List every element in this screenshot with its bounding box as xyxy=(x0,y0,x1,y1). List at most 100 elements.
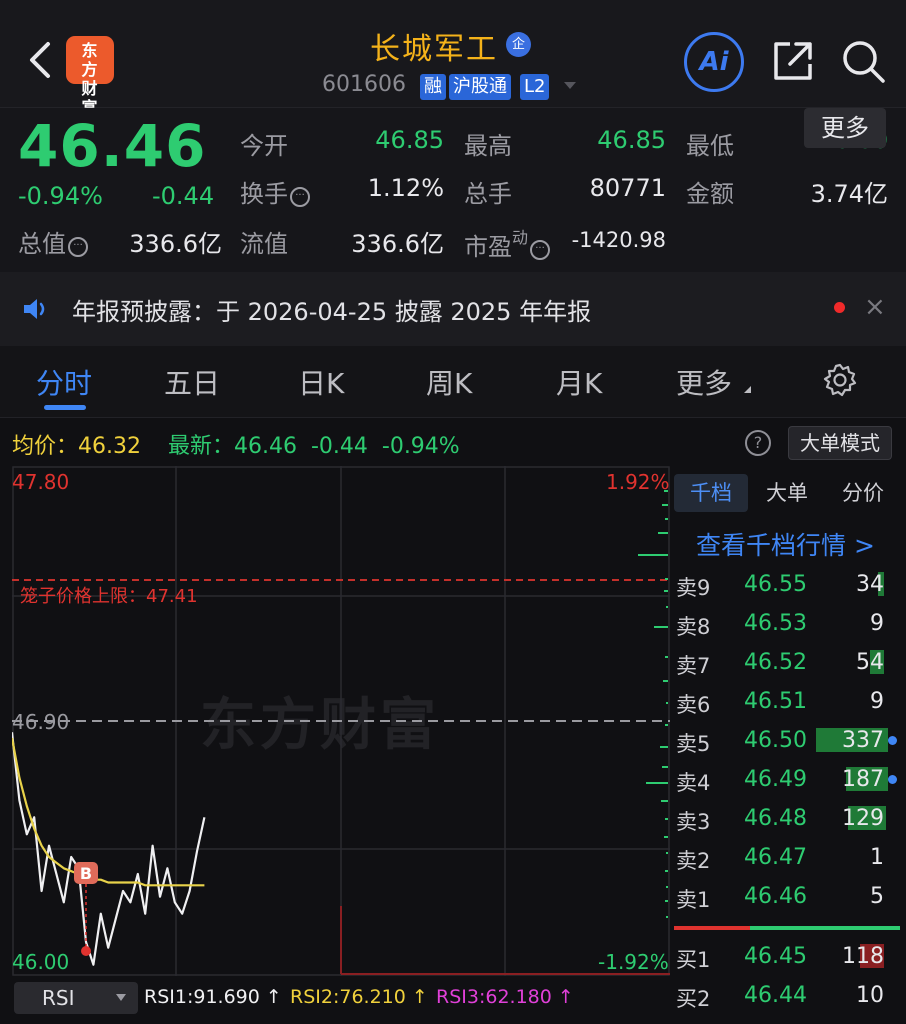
pe-label: 市盈动··· xyxy=(464,224,551,262)
ask-price: 46.48 xyxy=(744,806,807,831)
big-order-mode-button[interactable]: 大单模式 xyxy=(788,426,892,460)
change-percent: -0.94% xyxy=(18,182,103,210)
tab-more[interactable]: 更多 xyxy=(676,362,732,402)
volume-tick xyxy=(664,590,668,592)
info-icon[interactable]: ··· xyxy=(68,237,88,257)
axis-pct-top: 1.92% xyxy=(606,470,670,494)
rsi2-value: RSI2:76.210 ↑ xyxy=(290,986,428,1008)
tag-stock-connect: 沪股通 xyxy=(449,74,511,100)
tag-level2: L2 xyxy=(520,74,550,100)
volume-value: 80771 xyxy=(589,174,666,202)
help-icon[interactable]: ? xyxy=(745,430,771,456)
open-label: 今开 xyxy=(240,132,288,160)
book-tab-depth[interactable]: 千档 xyxy=(674,474,748,512)
back-arrow-icon[interactable] xyxy=(22,36,62,84)
more-quote-button[interactable]: 更多 xyxy=(804,108,886,148)
volume-tick xyxy=(660,746,668,748)
settings-gear-icon[interactable] xyxy=(822,362,858,398)
chevron-down-icon xyxy=(116,994,126,1001)
volume-tick xyxy=(662,766,668,768)
book-tab-price-dist[interactable]: 分价 xyxy=(830,474,896,512)
pe-value: -1420.98 xyxy=(571,228,666,252)
volume-tick xyxy=(664,836,668,838)
volume-tick xyxy=(665,818,668,820)
ask-level-label: 卖6 xyxy=(676,693,711,717)
intraday-chart[interactable]: B xyxy=(12,466,670,976)
ask-volume: 9 xyxy=(870,611,884,636)
ask-level-label: 卖9 xyxy=(676,576,711,600)
active-tab-indicator xyxy=(44,405,86,410)
volume-tick xyxy=(666,886,668,888)
ask-level-label: 卖5 xyxy=(676,732,711,756)
info-icon[interactable]: ··· xyxy=(290,187,310,207)
avg-price: 均价：46.32 xyxy=(12,434,141,459)
app-logo: 东方财富 xyxy=(66,36,114,117)
notice-text[interactable]: 年报预披露：于 2026-04-25 披露 2025 年年报 xyxy=(72,292,591,327)
book-split-red xyxy=(674,926,750,930)
speaker-icon xyxy=(24,299,45,319)
mktcap-label: 总值 ··· xyxy=(18,224,88,259)
logo-text: 东方财富 xyxy=(81,41,99,117)
high-label: 最高 xyxy=(464,132,512,160)
close-icon[interactable]: × xyxy=(864,292,886,322)
rsi3-value: RSI3:62.180 ↑ xyxy=(436,986,574,1008)
tab-intraday[interactable]: 分时 xyxy=(36,362,92,402)
ask-volume: 187 xyxy=(842,767,884,792)
volume-ticks xyxy=(638,490,668,918)
ask-volume: 1 xyxy=(870,845,884,870)
float-cap-value: 336.6亿 xyxy=(351,230,444,258)
buy-marker-dot xyxy=(81,946,91,956)
turnover-label-text: 换手 xyxy=(240,180,288,208)
ask-price: 46.51 xyxy=(744,689,807,714)
view-depth-link[interactable]: 查看千档行情 > xyxy=(696,526,875,562)
volume-tick xyxy=(666,916,668,918)
mktcap-value: 336.6亿 xyxy=(129,230,222,258)
enterprise-badge: 企 xyxy=(506,32,531,57)
tab-daily-k[interactable]: 日K xyxy=(298,362,344,402)
high-value: 46.85 xyxy=(597,126,666,154)
bid-volume: 118 xyxy=(842,944,884,969)
tab-weekly-k[interactable]: 周K xyxy=(426,362,472,402)
stock-name[interactable]: 长城军工 xyxy=(370,24,498,68)
ai-assistant-button[interactable]: Ai xyxy=(684,32,744,92)
low-label: 最低 xyxy=(686,132,734,160)
ask-level-label: 卖8 xyxy=(676,615,711,639)
ask-price: 46.49 xyxy=(744,767,807,792)
volume-tick xyxy=(663,680,668,682)
tab-five-day[interactable]: 五日 xyxy=(164,362,220,402)
limit-price-label: 笼子价格上限：47.41 xyxy=(20,586,198,607)
more-triangle-icon xyxy=(744,386,751,393)
ask-price: 46.46 xyxy=(744,884,807,909)
dropdown-arrow-icon[interactable] xyxy=(564,82,576,89)
volume-tick xyxy=(646,782,668,784)
buy-marker-text: B xyxy=(80,864,92,883)
ask-volume: 54 xyxy=(856,650,884,675)
share-icon[interactable] xyxy=(770,38,816,84)
ask-price: 46.55 xyxy=(744,572,807,597)
ask-level-label: 卖1 xyxy=(676,888,711,912)
pe-label-text: 市盈 xyxy=(464,233,512,261)
indicator-selector[interactable]: RSI xyxy=(14,982,138,1014)
info-icon[interactable]: ··· xyxy=(530,240,551,260)
ask-level-label: 卖4 xyxy=(676,771,711,795)
ask-level-label: 卖7 xyxy=(676,654,711,678)
bid-level-label: 买2 xyxy=(676,987,711,1011)
bid-price: 46.45 xyxy=(744,944,807,969)
book-tab-big-orders[interactable]: 大单 xyxy=(754,474,820,512)
volume-tick xyxy=(665,518,668,520)
axis-prev-close: 46.90 xyxy=(12,710,70,734)
ask-price: 46.52 xyxy=(744,650,807,675)
turnover-value: 1.12% xyxy=(367,174,444,202)
search-icon[interactable] xyxy=(840,38,886,84)
bid-level-label: 买1 xyxy=(676,948,711,972)
volume-tick xyxy=(665,724,668,726)
volume-tick xyxy=(666,606,668,608)
ask-volume: 34 xyxy=(856,572,884,597)
volume-tick xyxy=(662,504,668,506)
ask-volume: 5 xyxy=(870,884,884,909)
ask-level-label: 卖3 xyxy=(676,810,711,834)
volume-label: 总手 xyxy=(464,180,512,208)
tab-monthly-k[interactable]: 月K xyxy=(556,362,602,402)
indicator-selector-label: RSI xyxy=(42,986,75,1010)
latest-price: 最新：46.46 -0.44 -0.94% xyxy=(168,434,460,459)
